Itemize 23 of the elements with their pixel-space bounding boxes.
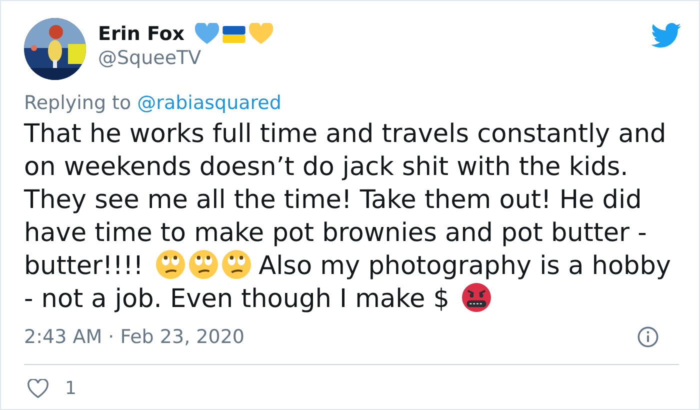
author-name: Erin Fox xyxy=(98,23,185,45)
tweet-text: They see me all the time! Take them out! He did xyxy=(24,185,642,215)
like-heart-icon[interactable] xyxy=(27,378,49,398)
tweet-text: Also my photography is a hobby xyxy=(258,251,672,281)
mention-link[interactable]: @rabiasquared xyxy=(137,92,282,114)
tweet-text: have time to make pot brownies and pot butter - xyxy=(24,218,647,248)
eye-roll-emoji-icon xyxy=(156,250,185,279)
author-handle: @SqueeTV xyxy=(98,47,202,69)
heart-icon xyxy=(194,23,219,45)
flag-icon xyxy=(222,26,246,42)
like-count: 1 xyxy=(65,378,76,399)
tweet-text: That he works full time and travels constantly and xyxy=(24,119,666,149)
bird-logo-icon xyxy=(651,23,681,48)
heart-icon xyxy=(248,23,273,45)
tweet-text: butter!!!! xyxy=(24,251,144,281)
info-icon[interactable] xyxy=(637,326,659,348)
tweet-text: - not a job. Even though I make $ xyxy=(24,284,450,314)
eye-roll-emoji-icon xyxy=(188,250,218,279)
timestamp: 2:43 AM · Feb 23, 2020 xyxy=(24,326,245,348)
reply-label: Replying to xyxy=(24,92,132,114)
angry-emoji-icon xyxy=(462,283,491,312)
eye-roll-emoji-icon xyxy=(222,250,251,279)
tweet-text: on weekends doesn’t do jack shit with the kids. xyxy=(24,152,628,182)
